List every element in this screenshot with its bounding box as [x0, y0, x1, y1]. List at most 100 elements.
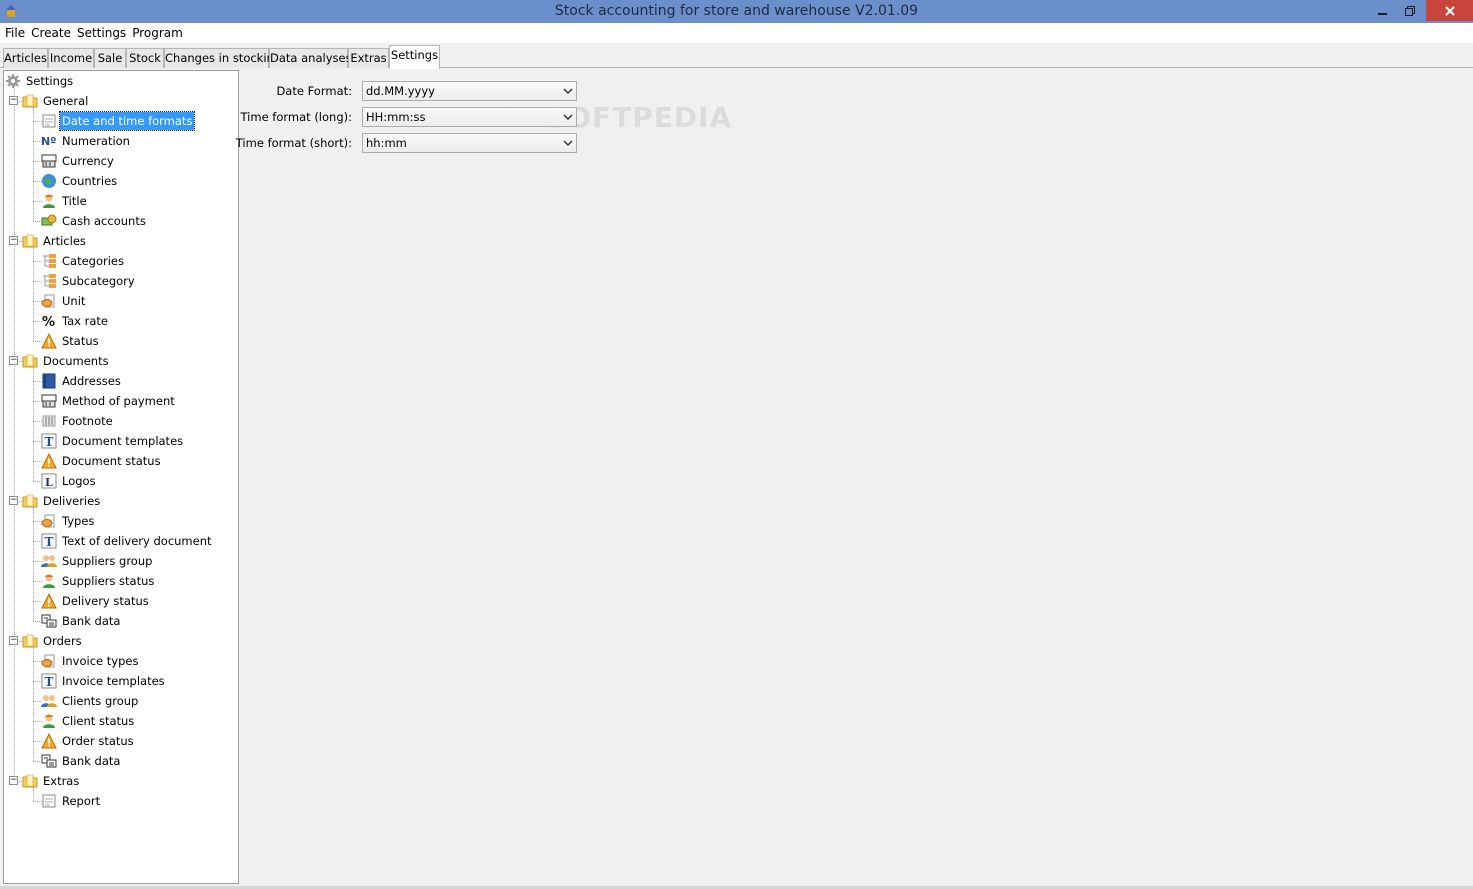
warning-icon — [41, 333, 57, 349]
tree-connector — [33, 181, 42, 182]
tree-item-document-status[interactable]: Document status — [41, 451, 163, 471]
tab-sale[interactable]: Sale — [94, 48, 126, 68]
tree-connector — [33, 201, 42, 202]
tree-connector — [33, 581, 42, 582]
tree-item-order-status[interactable]: Order status — [41, 731, 136, 751]
time-short-select[interactable]: hh:mm — [362, 133, 577, 153]
date-format-select[interactable]: dd.MM.yyyy — [362, 81, 577, 101]
tree-connector — [33, 247, 34, 341]
bank-icon — [41, 613, 57, 629]
tree-item-categories[interactable]: Categories — [41, 251, 126, 271]
tree-item-bank-data[interactable]: Bank data — [41, 751, 122, 771]
tree-item-document-templates[interactable]: T Document templates — [41, 431, 185, 451]
group-icon — [41, 553, 57, 569]
tree-item-logos[interactable]: L Logos — [41, 471, 98, 491]
tree-item-clients-group[interactable]: Clients group — [41, 691, 140, 711]
tree-item-currency[interactable]: Currency — [41, 151, 116, 171]
tree-item-suppliers-status[interactable]: Suppliers status — [41, 571, 156, 591]
collapse-toggle[interactable]: − — [9, 776, 18, 785]
tree-item-invoice-templates[interactable]: T Invoice templates — [41, 671, 167, 691]
tree-item-label: Documents — [43, 354, 109, 368]
tree-group-documents[interactable]: Documents — [22, 351, 111, 371]
tree-item-bank-data[interactable]: Bank data — [41, 611, 122, 631]
collapse-toggle[interactable]: − — [9, 356, 18, 365]
warning-icon — [41, 593, 57, 609]
tree-item-label: Articles — [43, 234, 86, 248]
tree-connector — [19, 361, 24, 362]
minimize-button[interactable] — [1370, 0, 1396, 21]
menu-program[interactable]: Program — [129, 23, 186, 43]
tab-strip: Articles Income Sale Stock Changes in st… — [0, 44, 1473, 69]
tree-item-cash-accounts[interactable]: Cash accounts — [41, 211, 148, 231]
tree-item-numeration[interactable]: Nº Numeration — [41, 131, 132, 151]
tree-group-extras[interactable]: Extras — [22, 771, 81, 791]
tree-item-label: Subcategory — [62, 274, 135, 288]
tab-income[interactable]: Income — [48, 48, 94, 68]
tree-connector — [33, 681, 42, 682]
tree-item-subcategory[interactable]: Subcategory — [41, 271, 137, 291]
tree-connector — [33, 221, 42, 222]
tab-extras[interactable]: Extras — [348, 48, 389, 68]
tree-item-status[interactable]: Status — [41, 331, 101, 351]
tree-group-deliveries[interactable]: Deliveries — [22, 491, 102, 511]
tree-item-countries[interactable]: Countries — [41, 171, 119, 191]
menu-file[interactable]: File — [2, 23, 28, 43]
restore-button[interactable] — [1397, 0, 1423, 21]
tree-item-label: Addresses — [62, 374, 121, 388]
tree-connector — [33, 481, 42, 482]
tab-changes-in-stocking[interactable]: Changes in stocking — [164, 48, 281, 68]
tree-root-settings[interactable]: Settings — [5, 71, 75, 91]
cash-register-icon — [41, 393, 57, 409]
tree-connector — [33, 121, 42, 122]
tree-connector — [33, 301, 42, 302]
menu-create[interactable]: Create — [28, 23, 74, 43]
tree-item-date-and-time-formats[interactable]: Date and time formats — [41, 111, 196, 131]
tree-item-invoice-types[interactable]: Invoice types — [41, 651, 140, 671]
settings-content: SOFTPEDIA Date Format: dd.MM.yyyy Time f… — [236, 70, 1471, 884]
tree-item-delivery-status[interactable]: Delivery status — [41, 591, 151, 611]
tree-item-unit[interactable]: Unit — [41, 291, 87, 311]
tree-item-label: Clients group — [62, 694, 139, 708]
tree-group-articles[interactable]: Articles — [22, 231, 88, 251]
tree-item-addresses[interactable]: Addresses — [41, 371, 123, 391]
group-icon — [41, 693, 57, 709]
tree-item-types[interactable]: Types — [41, 511, 96, 531]
tree-connector — [33, 507, 34, 621]
logo-icon: L — [41, 473, 57, 489]
close-button[interactable] — [1426, 0, 1473, 21]
tree-connector — [33, 141, 42, 142]
time-long-select[interactable]: HH:mm:ss — [362, 107, 577, 127]
tab-stock[interactable]: Stock — [126, 48, 164, 68]
tree-item-label: Types — [62, 514, 95, 528]
tree-item-label: Deliveries — [43, 494, 101, 508]
collapse-toggle[interactable]: − — [9, 96, 18, 105]
tree-connector — [33, 421, 42, 422]
tree-item-client-status[interactable]: Client status — [41, 711, 136, 731]
tree-item-method-of-payment[interactable]: Method of payment — [41, 391, 177, 411]
svg-text:L: L — [45, 476, 53, 489]
time-short-label: Time format (short): — [235, 136, 352, 150]
collapse-toggle[interactable]: − — [9, 236, 18, 245]
tab-data-analyses[interactable]: Data analyses — [269, 48, 352, 68]
tree-connector — [33, 701, 42, 702]
menu-settings[interactable]: Settings — [74, 23, 129, 43]
unit-icon — [41, 653, 57, 669]
tree-item-label: Bank data — [62, 614, 121, 628]
tree-item-text-of-delivery-document[interactable]: T Text of delivery document — [41, 531, 214, 551]
tree-item-suppliers-group[interactable]: Suppliers group — [41, 551, 154, 571]
tab-articles[interactable]: Articles — [3, 48, 48, 68]
collapse-toggle[interactable]: − — [9, 496, 18, 505]
tree-item-tax-rate[interactable]: % Tax rate — [41, 311, 110, 331]
collapse-toggle[interactable]: − — [9, 636, 18, 645]
settings-tree[interactable]: Settings General − Date and time formats Nº N… — [3, 70, 239, 884]
title-bar: Stock accounting for store and warehouse… — [0, 0, 1473, 23]
money-icon — [41, 213, 57, 229]
tree-group-orders[interactable]: Orders — [22, 631, 84, 651]
tab-settings[interactable]: Settings — [389, 45, 440, 69]
unit-icon — [41, 513, 57, 529]
tree-connector — [33, 647, 34, 761]
tree-connector — [33, 461, 42, 462]
tree-item-footnote[interactable]: Footnote — [41, 411, 115, 431]
tree-item-report[interactable]: Report — [41, 791, 102, 811]
tree-item-title[interactable]: Title — [41, 191, 89, 211]
